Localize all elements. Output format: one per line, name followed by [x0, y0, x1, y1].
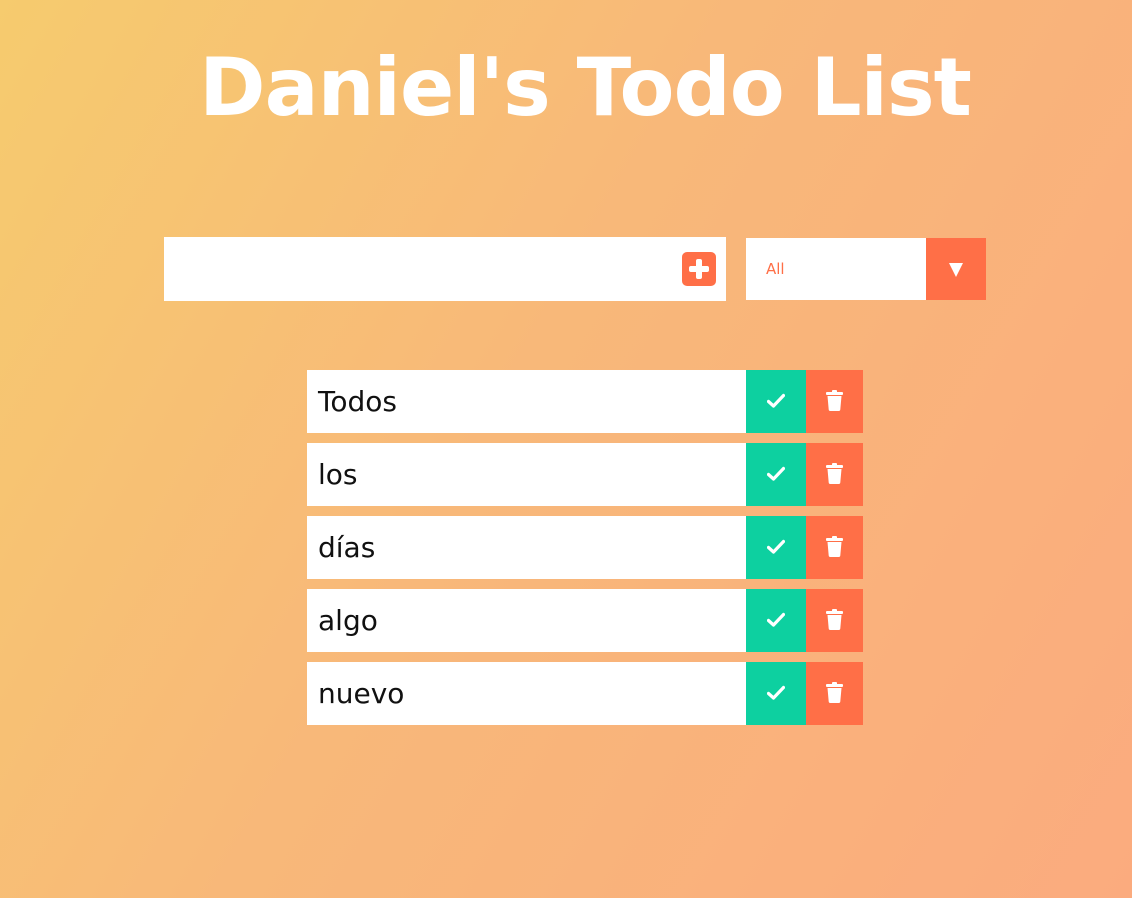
trash-icon: [826, 536, 843, 557]
todo-input[interactable]: [164, 237, 664, 301]
todo-item: los: [307, 443, 863, 506]
todo-text: nuevo: [318, 677, 405, 710]
page-title: Daniel's Todo List: [199, 41, 972, 134]
todo-item: algo: [307, 589, 863, 652]
caret-down-icon: [949, 263, 963, 277]
todo-item: nuevo: [307, 662, 863, 725]
check-icon: [767, 539, 785, 554]
todo-text: los: [318, 458, 358, 491]
todo-text: algo: [318, 604, 378, 637]
delete-button[interactable]: [806, 443, 863, 506]
check-icon: [767, 466, 785, 481]
todo-text: días: [318, 531, 376, 564]
filter-select[interactable]: All: [746, 238, 986, 300]
trash-icon: [826, 609, 843, 630]
todo-text: Todos: [318, 385, 397, 418]
trash-icon: [826, 463, 843, 484]
complete-button[interactable]: [746, 370, 806, 433]
filter-selected-value: All: [766, 260, 785, 278]
trash-icon: [826, 390, 843, 411]
trash-icon: [826, 682, 843, 703]
delete-button[interactable]: [806, 516, 863, 579]
complete-button[interactable]: [746, 516, 806, 579]
filter-dropdown-toggle[interactable]: [926, 238, 986, 300]
delete-button[interactable]: [806, 589, 863, 652]
todo-item: días: [307, 516, 863, 579]
delete-button[interactable]: [806, 662, 863, 725]
todo-item: Todos: [307, 370, 863, 433]
check-icon: [767, 393, 785, 408]
check-icon: [767, 685, 785, 700]
complete-button[interactable]: [746, 662, 806, 725]
complete-button[interactable]: [746, 589, 806, 652]
delete-button[interactable]: [806, 370, 863, 433]
check-icon: [767, 612, 785, 627]
todo-list: Todos los días algo nuevo: [307, 370, 863, 735]
complete-button[interactable]: [746, 443, 806, 506]
add-todo-button[interactable]: [682, 252, 716, 286]
todo-form: [164, 237, 726, 301]
